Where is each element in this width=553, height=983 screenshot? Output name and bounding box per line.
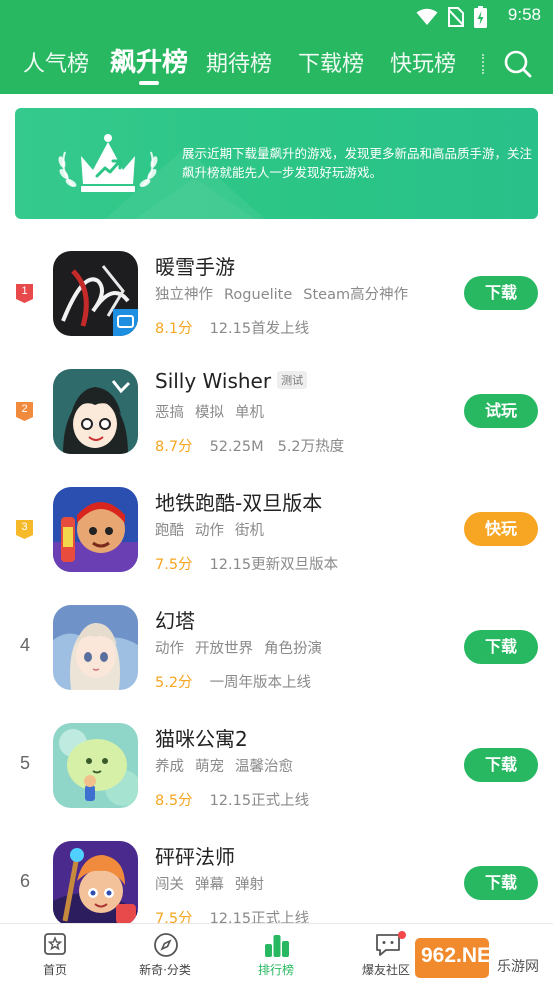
app-name[interactable]: Silly Wisher 测试 — [155, 369, 308, 393]
wifi-icon — [416, 8, 438, 25]
rank-badge: 1 — [16, 284, 33, 303]
tab-anticipated[interactable]: 期待榜 — [206, 46, 272, 78]
watermark-text-top: 962.NET — [421, 944, 504, 967]
app-name[interactable]: 砰砰法师 — [155, 841, 235, 870]
list-item[interactable]: 1 暖雪手游 独立神作 Roguelite Steam高分神作 8.1分 12.15首… — [0, 232, 553, 350]
app-tags: 独立神作 Roguelite Steam高分神作 — [155, 287, 409, 303]
rank-number: 1 — [21, 285, 28, 297]
app-meta: 8.1分 12.15首发上线 — [155, 321, 310, 337]
download-button[interactable]: 下载 — [464, 866, 538, 900]
tab-bar: 人气榜 飙升榜 期待榜 下载榜 快玩榜 — [0, 40, 553, 86]
top-header: 9:58 人气榜 飙升榜 期待榜 下载榜 快玩榜 — [0, 0, 553, 94]
list-item[interactable]: 4 幻塔 动作 开放世界 角色扮演 5.2分 一周年版本上线 下载 — [0, 586, 553, 704]
rank-badge: 3 — [16, 520, 33, 539]
app-score: 5.2分 — [155, 675, 193, 691]
tab-downloads[interactable]: 下载榜 — [298, 46, 364, 78]
download-button[interactable]: 下载 — [464, 276, 538, 310]
compass-icon — [154, 933, 178, 957]
tab-quickplay[interactable]: 快玩榜 — [390, 46, 456, 78]
app-name[interactable]: 地铁跑酷-双旦版本 — [155, 487, 322, 516]
app-name[interactable]: 猫咪公寓2 — [155, 723, 248, 752]
nav-discover[interactable]: 新奇·分类 — [115, 924, 215, 983]
app-icon[interactable] — [53, 605, 138, 690]
download-button[interactable]: 下载 — [464, 748, 538, 782]
app-score: 7.5分 — [155, 557, 193, 573]
app-score: 8.7分 — [155, 439, 193, 455]
tab-rising[interactable]: 飙升榜 — [110, 42, 188, 79]
rising-chart-banner: 展示近期下载量飙升的游戏，发现更多新品和高品质手游，关注飙升榜就能先人一步发现好… — [15, 108, 538, 219]
home-star-icon — [44, 933, 66, 955]
app-tags: 动作 开放世界 角色扮演 — [155, 641, 322, 657]
app-icon[interactable] — [53, 251, 138, 336]
nav-label: 首页 — [42, 963, 67, 977]
app-score: 8.5分 — [155, 793, 193, 809]
app-icon[interactable] — [53, 723, 138, 808]
status-bar: 9:58 — [0, 0, 553, 32]
app-meta: 8.7分 52.25M 5.2万热度 — [155, 439, 345, 455]
rank-number: 2 — [21, 403, 28, 415]
list-item[interactable]: 5 猫咪公寓2 养成 萌宠 温馨治愈 8.5分 12.15正式上线 下载 — [0, 704, 553, 822]
app-tags: 闯关 弹幕 弹射 — [155, 877, 264, 893]
site-watermark: 962.NET 乐游网 — [413, 936, 549, 980]
app-meta: 7.5分 12.15更新双旦版本 — [155, 557, 339, 573]
app-meta: 8.5分 12.15正式上线 — [155, 793, 310, 809]
bar-chart-icon — [265, 935, 289, 957]
nav-label: 新奇·分类 — [139, 963, 191, 977]
quickplay-button[interactable]: 快玩 — [464, 512, 538, 546]
app-tags: 恶搞 模拟 单机 — [155, 405, 264, 421]
app-icon[interactable] — [53, 369, 138, 454]
tab-popular[interactable]: 人气榜 — [23, 46, 89, 78]
active-tab-indicator — [139, 81, 159, 85]
rank-number: 6 — [19, 871, 30, 891]
app-name[interactable]: 幻塔 — [155, 605, 195, 634]
download-button[interactable]: 下载 — [464, 630, 538, 664]
banner-description: 展示近期下载量飙升的游戏，发现更多新品和高品质手游，关注飙升榜就能先人一步发现好… — [182, 146, 533, 180]
nav-home[interactable]: 首页 — [5, 924, 105, 983]
rank-number: 3 — [21, 521, 28, 533]
rank-badge: 2 — [16, 402, 33, 421]
crown-icon — [58, 134, 158, 192]
battery-charging-icon — [474, 6, 487, 28]
app-name[interactable]: 暖雪手游 — [155, 251, 235, 280]
rank-number: 4 — [19, 635, 30, 655]
trial-button[interactable]: 试玩 — [464, 394, 538, 428]
app-meta: 5.2分 一周年版本上线 — [155, 675, 312, 691]
app-score: 8.1分 — [155, 321, 193, 337]
app-tags: 跑酷 动作 街机 — [155, 523, 264, 539]
app-icon[interactable] — [53, 841, 138, 926]
app-tags: 养成 萌宠 温馨治愈 — [155, 759, 293, 775]
notification-dot — [398, 931, 406, 939]
watermark-text-bottom: 乐游网 — [497, 959, 539, 975]
list-item[interactable]: 3 地铁跑酷-双旦版本 跑酷 动作 街机 7.5分 12.15更新双旦版本 快玩 — [0, 468, 553, 586]
status-time: 9:58 — [507, 5, 541, 24]
test-badge: 测试 — [277, 371, 308, 389]
tab-divider — [482, 54, 484, 74]
app-icon[interactable] — [53, 487, 138, 572]
rank-number: 5 — [19, 753, 30, 773]
search-button[interactable] — [500, 46, 536, 82]
search-icon — [504, 50, 532, 78]
nav-label: 排行榜 — [257, 963, 294, 977]
status-icons — [416, 6, 487, 28]
no-sim-icon — [448, 7, 464, 27]
list-item[interactable]: 2 Silly Wisher 测试 恶搞 模拟 单机 8.7分 52.25M 5.2万热度… — [0, 350, 553, 468]
nav-ranking[interactable]: 排行榜 — [226, 924, 326, 983]
